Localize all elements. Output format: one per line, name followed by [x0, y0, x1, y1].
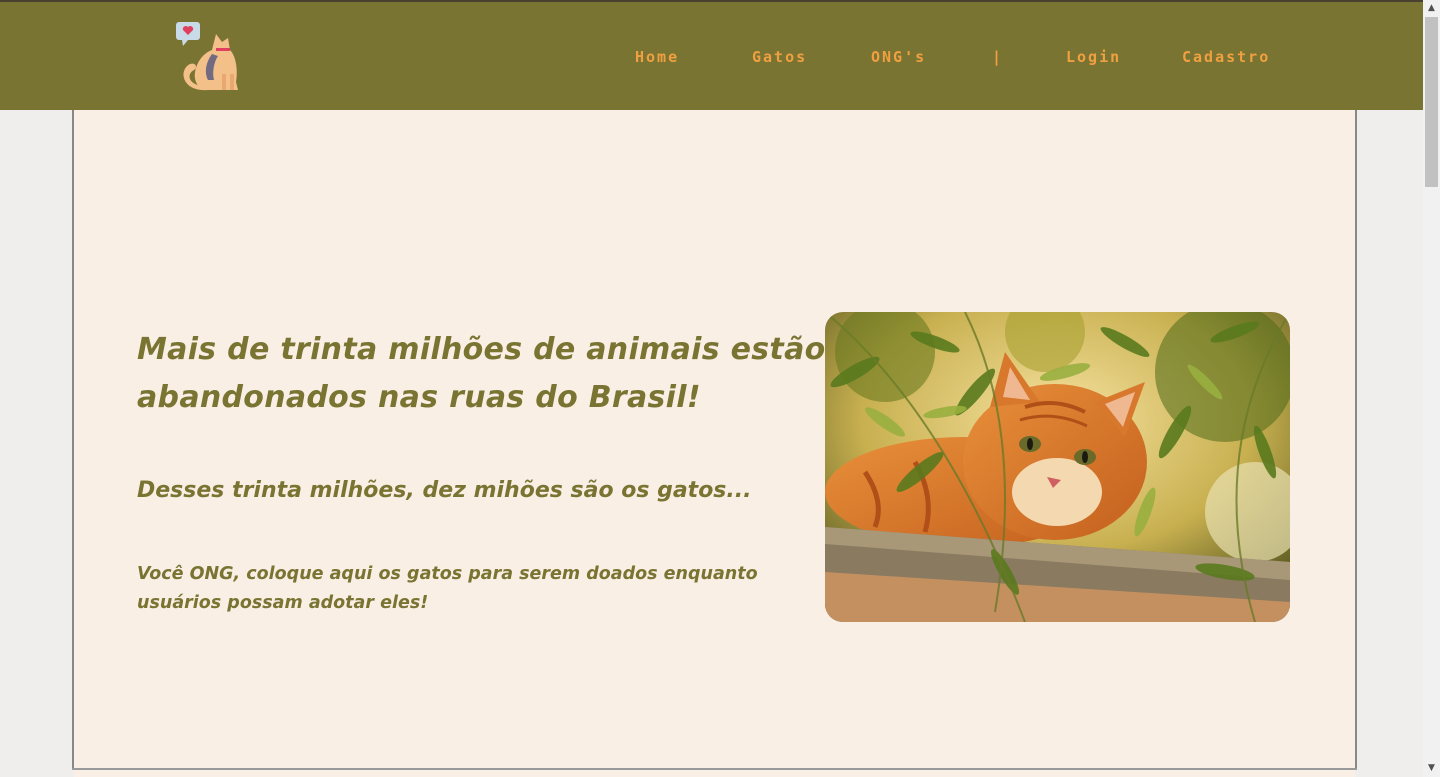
nav-separator: | — [992, 48, 1004, 66]
nav-home-link[interactable]: Home — [635, 48, 679, 66]
nav-gatos-link[interactable]: Gatos — [752, 48, 807, 66]
next-section-edge — [74, 770, 1355, 777]
nav-cadastro-link[interactable]: Cadastro — [1182, 48, 1270, 66]
vertical-scrollbar[interactable]: ▲ ▼ — [1423, 0, 1440, 777]
scroll-thumb[interactable] — [1425, 17, 1438, 187]
main-nav: Home Gatos ONG's | Login Cadastro — [0, 48, 1423, 68]
nav-ongs-link[interactable]: ONG's — [871, 48, 926, 66]
hero-subheadline: Desses trinta milhões, dez mihões são os… — [137, 478, 752, 503]
navbar: Home Gatos ONG's | Login Cadastro — [0, 2, 1423, 110]
hero-headline: Mais de trinta milhões de animais estão … — [137, 332, 826, 415]
scroll-up-arrow-icon[interactable]: ▲ — [1423, 0, 1440, 17]
orange-cat-photo — [825, 312, 1290, 622]
hero-body-text: Você ONG, coloque aqui os gatos para ser… — [137, 564, 758, 613]
nav-login-link[interactable]: Login — [1066, 48, 1121, 66]
scroll-down-arrow-icon[interactable]: ▼ — [1423, 760, 1440, 777]
